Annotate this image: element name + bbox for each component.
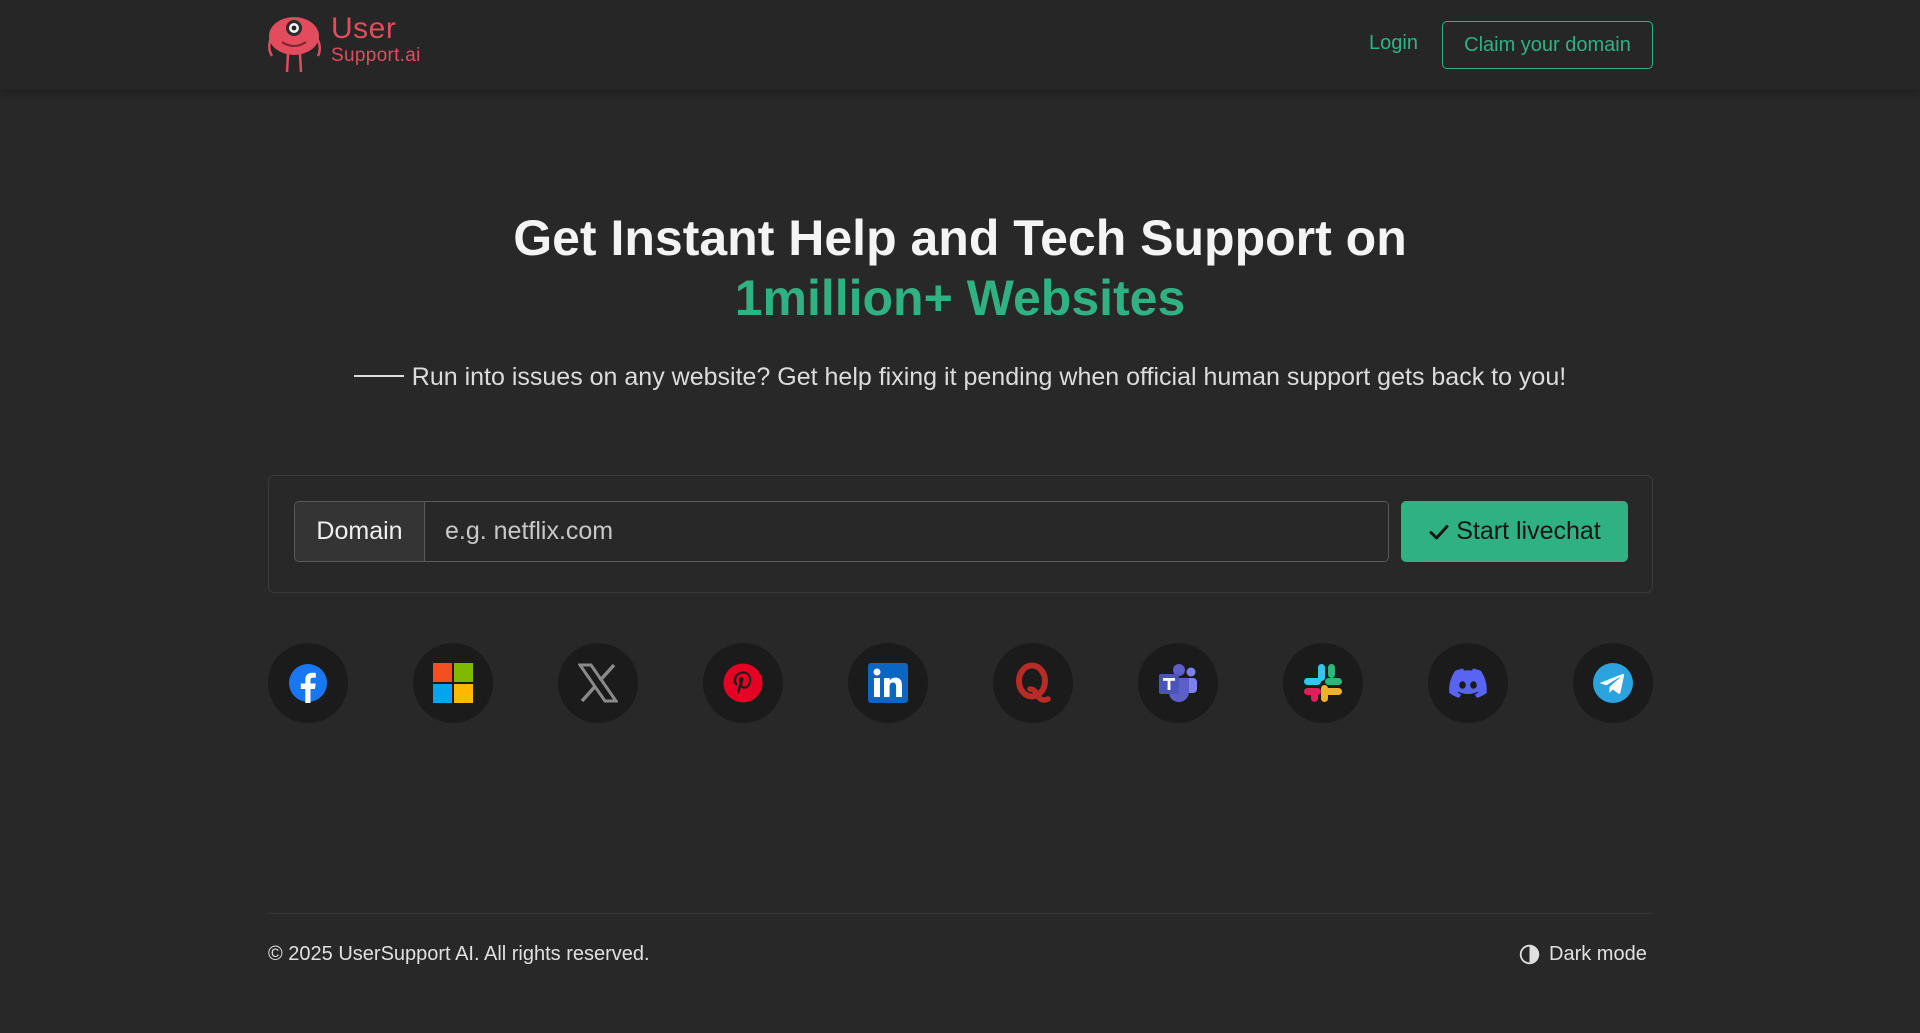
hero-title: Get Instant Help and Tech Support on 1mi… [0, 208, 1920, 328]
subtitle-dash [353, 375, 404, 378]
mascot-icon [268, 17, 321, 73]
domain-input-group: Domain [294, 501, 1389, 562]
dark-mode-label: Dark mode [1549, 943, 1647, 965]
slack-button[interactable] [1283, 643, 1363, 723]
teams-button[interactable] [1138, 643, 1218, 723]
x-icon [578, 663, 618, 703]
facebook-button[interactable] [268, 643, 348, 723]
quora-icon [1016, 662, 1051, 703]
teams-icon [1159, 664, 1197, 702]
telegram-icon [1593, 663, 1633, 703]
facebook-icon [289, 664, 327, 703]
start-livechat-button[interactable]: Start livechat [1401, 501, 1628, 562]
brand-logo[interactable]: User Support.ai [268, 12, 438, 76]
hero-subtitle: Run into issues on any website? Get help… [0, 363, 1920, 392]
footer-copyright: © 2025 UserSupport AI. All rights reserv… [268, 943, 650, 965]
microsoft-icon [433, 663, 473, 703]
domain-input-prefix: Domain [295, 502, 425, 561]
hero-subtitle-text: Run into issues on any website? Get help… [411, 363, 1567, 391]
slack-icon [1304, 664, 1342, 702]
social-icons-row [268, 643, 1653, 723]
check-icon [1429, 524, 1449, 539]
dark-mode-toggle[interactable]: Dark mode [1519, 943, 1647, 966]
linkedin-icon [868, 663, 908, 703]
discord-button[interactable] [1428, 643, 1508, 723]
telegram-button[interactable] [1573, 643, 1653, 723]
linkedin-button[interactable] [848, 643, 928, 723]
login-link[interactable]: Login [1369, 32, 1418, 55]
microsoft-button[interactable] [413, 643, 493, 723]
half-circle-icon [1519, 944, 1540, 965]
pinterest-icon [723, 663, 763, 703]
discord-icon [1449, 668, 1487, 698]
x-button[interactable] [558, 643, 638, 723]
quora-button[interactable] [993, 643, 1073, 723]
hero-title-line1: Get Instant Help and Tech Support on [513, 210, 1407, 266]
domain-input[interactable] [425, 502, 1388, 561]
logo-text-support: Support.ai [331, 45, 421, 66]
claim-domain-button[interactable]: Claim your domain [1442, 21, 1653, 69]
hero-title-highlight: 1million+ Websites [734, 270, 1186, 326]
top-navbar: User Support.ai Login Claim your domain [0, 0, 1920, 90]
domain-search-card: Domain Start livechat [268, 475, 1653, 593]
pinterest-button[interactable] [703, 643, 783, 723]
start-livechat-label: Start livechat [1456, 517, 1601, 545]
logo-text-user: User [331, 12, 397, 45]
footer-divider [268, 913, 1653, 914]
